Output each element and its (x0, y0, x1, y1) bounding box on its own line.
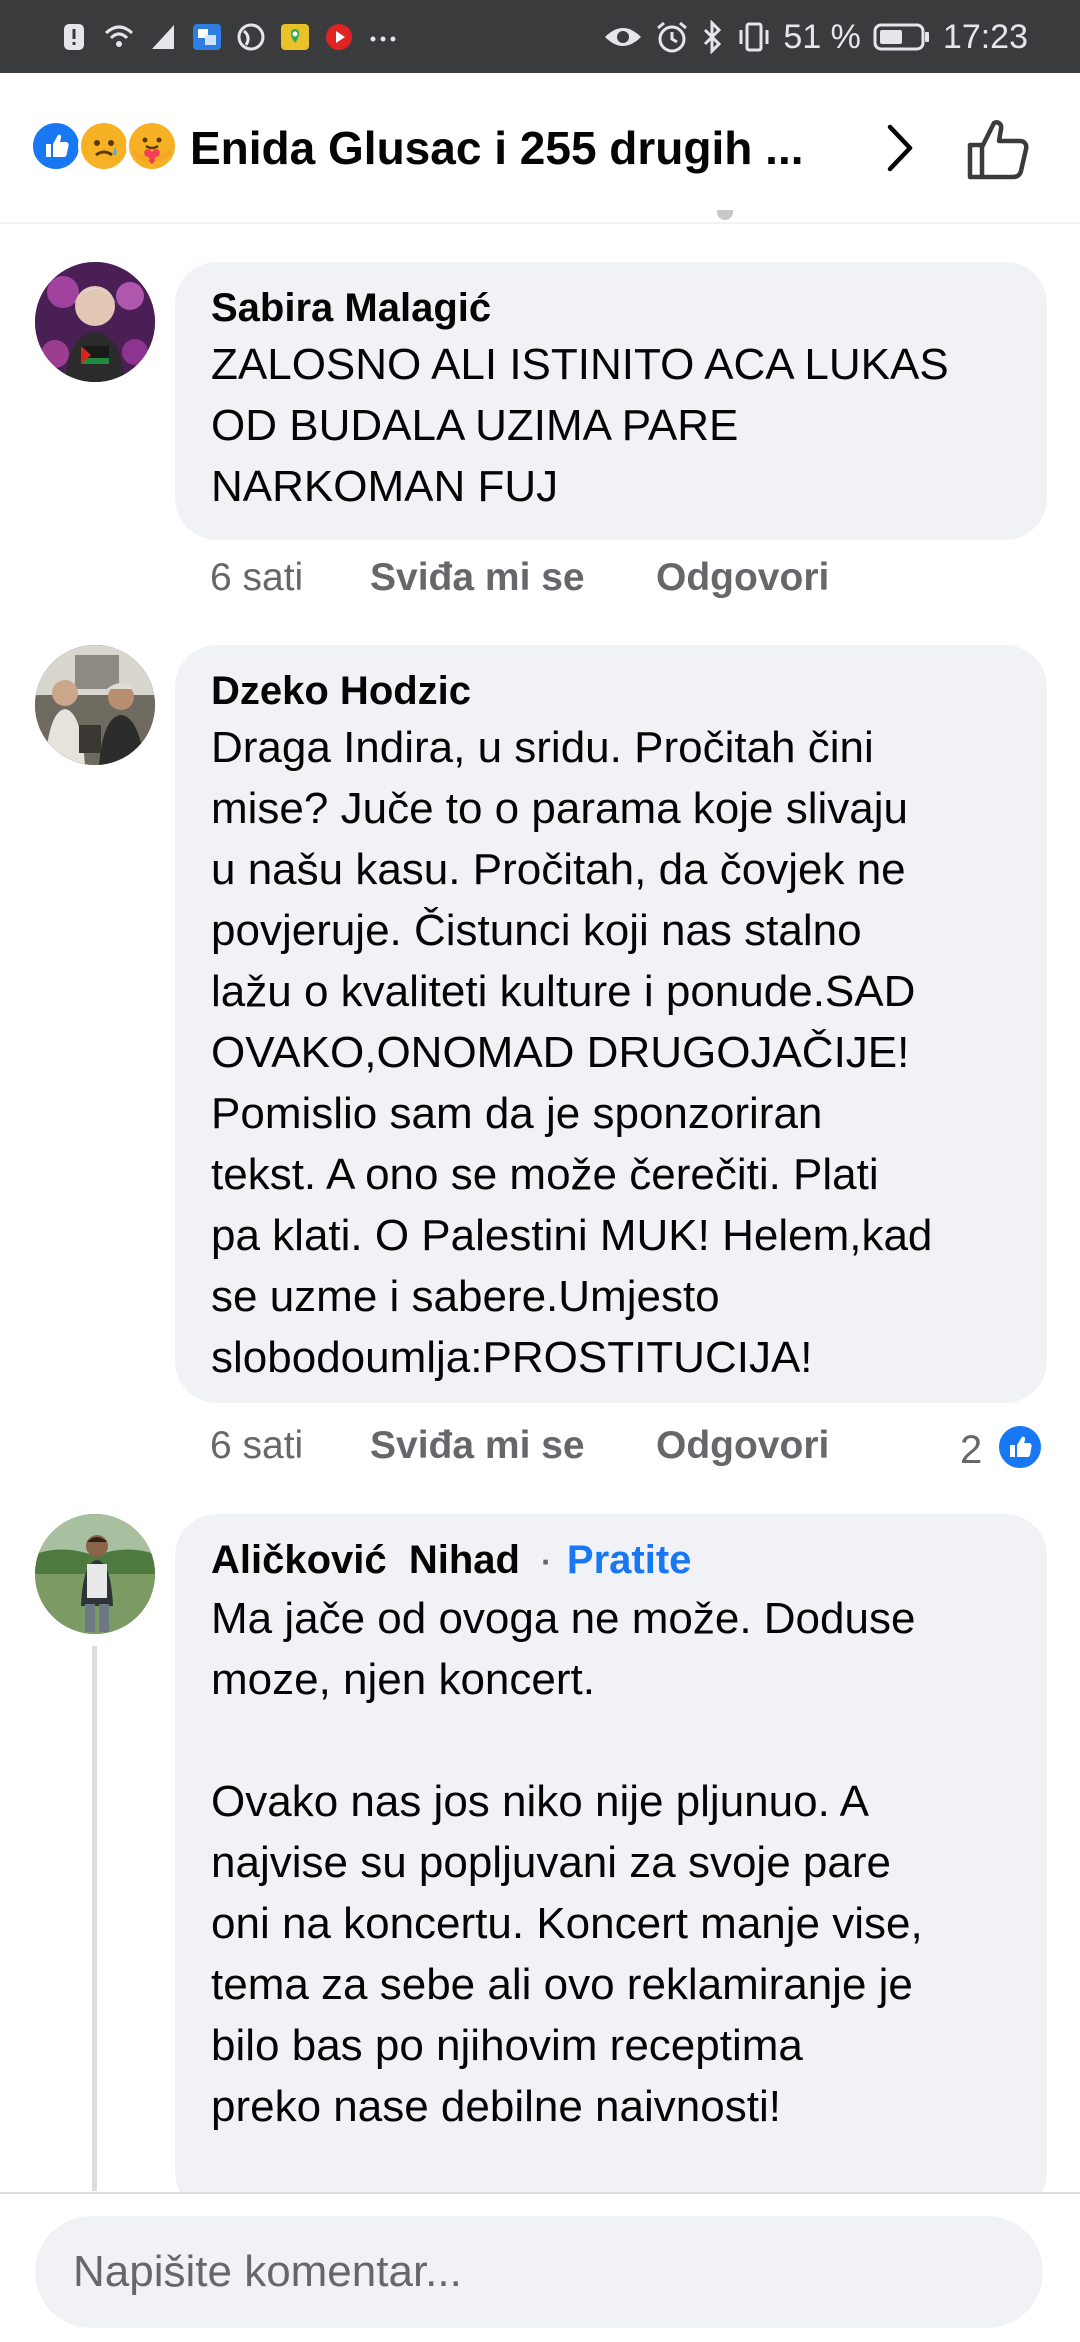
comment-bubble[interactable]: Dzeko Hodzic Draga Indira, u sridu. Proč… (175, 645, 1047, 1403)
comment-time: 6 sati (210, 556, 304, 599)
header-divider (0, 222, 1080, 224)
comment-actions: 6 sati Sviđa mi se Odgovori (210, 1424, 829, 1468)
reaction-count[interactable]: 2 (960, 1428, 982, 1473)
reactions-title[interactable]: Enida Glusac i 255 drugih ... (190, 121, 804, 175)
care-reaction-icon (126, 120, 178, 172)
like-button[interactable]: Sviđa mi se (370, 1424, 656, 1468)
alarm-icon (657, 21, 688, 53)
like-button[interactable]: Sviđa mi se (370, 556, 656, 600)
vibrate-icon (739, 22, 769, 52)
comment-bubble[interactable]: Sabira Malagić ZALOSNO ALI ISTINITO ACA … (175, 262, 1047, 540)
sad-reaction-icon (78, 120, 130, 172)
battery-icon (873, 23, 929, 51)
comment-bubble[interactable]: Aličković Nihad · Pratite Ma jače od ovo… (175, 1514, 1047, 2214)
like-reaction-icon (996, 1423, 1044, 1471)
reaction-summary[interactable] (30, 120, 180, 176)
comment-actions: 6 sati Sviđa mi se Odgovori (210, 556, 829, 600)
avatar[interactable] (35, 1514, 155, 1634)
alert-icon (64, 24, 84, 50)
comment-input-placeholder: Napišite komentar... (73, 2247, 462, 2296)
like-outline-icon[interactable] (960, 111, 1036, 187)
reply-button[interactable]: Odgovori (656, 1424, 829, 1468)
vpn-icon (237, 23, 265, 51)
comment-composer-bar: Napišite komentar... (0, 2192, 1080, 2342)
comment-author[interactable]: Dzeko Hodzic (211, 667, 1011, 715)
reply-button[interactable]: Odgovori (656, 556, 829, 600)
signal-icon (152, 25, 174, 49)
status-bar-left-icons (60, 14, 398, 60)
translate-app-icon (193, 24, 221, 50)
like-reaction-icon (30, 120, 82, 172)
status-bar-right: 51 % 17:23 (603, 14, 1028, 60)
eye-icon (605, 28, 642, 46)
bluetooth-icon (704, 20, 722, 54)
clock: 17:23 (942, 17, 1028, 56)
separator-dot: · (541, 1544, 552, 1580)
comment-author[interactable]: Sabira Malagić (211, 284, 1011, 332)
status-bar: 51 % 17:23 (0, 0, 1080, 73)
comment-author[interactable]: Aličković Nihad (211, 1538, 520, 1582)
maps-icon (281, 24, 309, 50)
comment-time: 6 sati (210, 1424, 304, 1467)
comment-text: Ma jače od ovoga ne može. Doduse moze, n… (211, 1594, 923, 2131)
follow-button[interactable]: Pratite (567, 1538, 692, 1582)
more-dots-icon (370, 36, 396, 42)
avatar[interactable] (35, 645, 155, 765)
comment-text: ZALOSNO ALI ISTINITO ACA LUKAS OD BUDALA… (211, 340, 949, 511)
avatar[interactable] (35, 262, 155, 382)
thread-line (92, 1646, 97, 2191)
youtube-icon (326, 24, 352, 50)
wifi-icon (104, 25, 134, 47)
comment-text: Draga Indira, u sridu. Pročitah čini mis… (211, 723, 933, 1382)
battery-percent: 51 % (783, 17, 861, 56)
comment-header: Aličković Nihad · Pratite (211, 1536, 1011, 1586)
comment-input[interactable]: Napišite komentar... (35, 2216, 1043, 2328)
chevron-right-icon[interactable] (870, 113, 930, 183)
reactions-header: Enida Glusac i 255 drugih ... (0, 73, 1080, 223)
